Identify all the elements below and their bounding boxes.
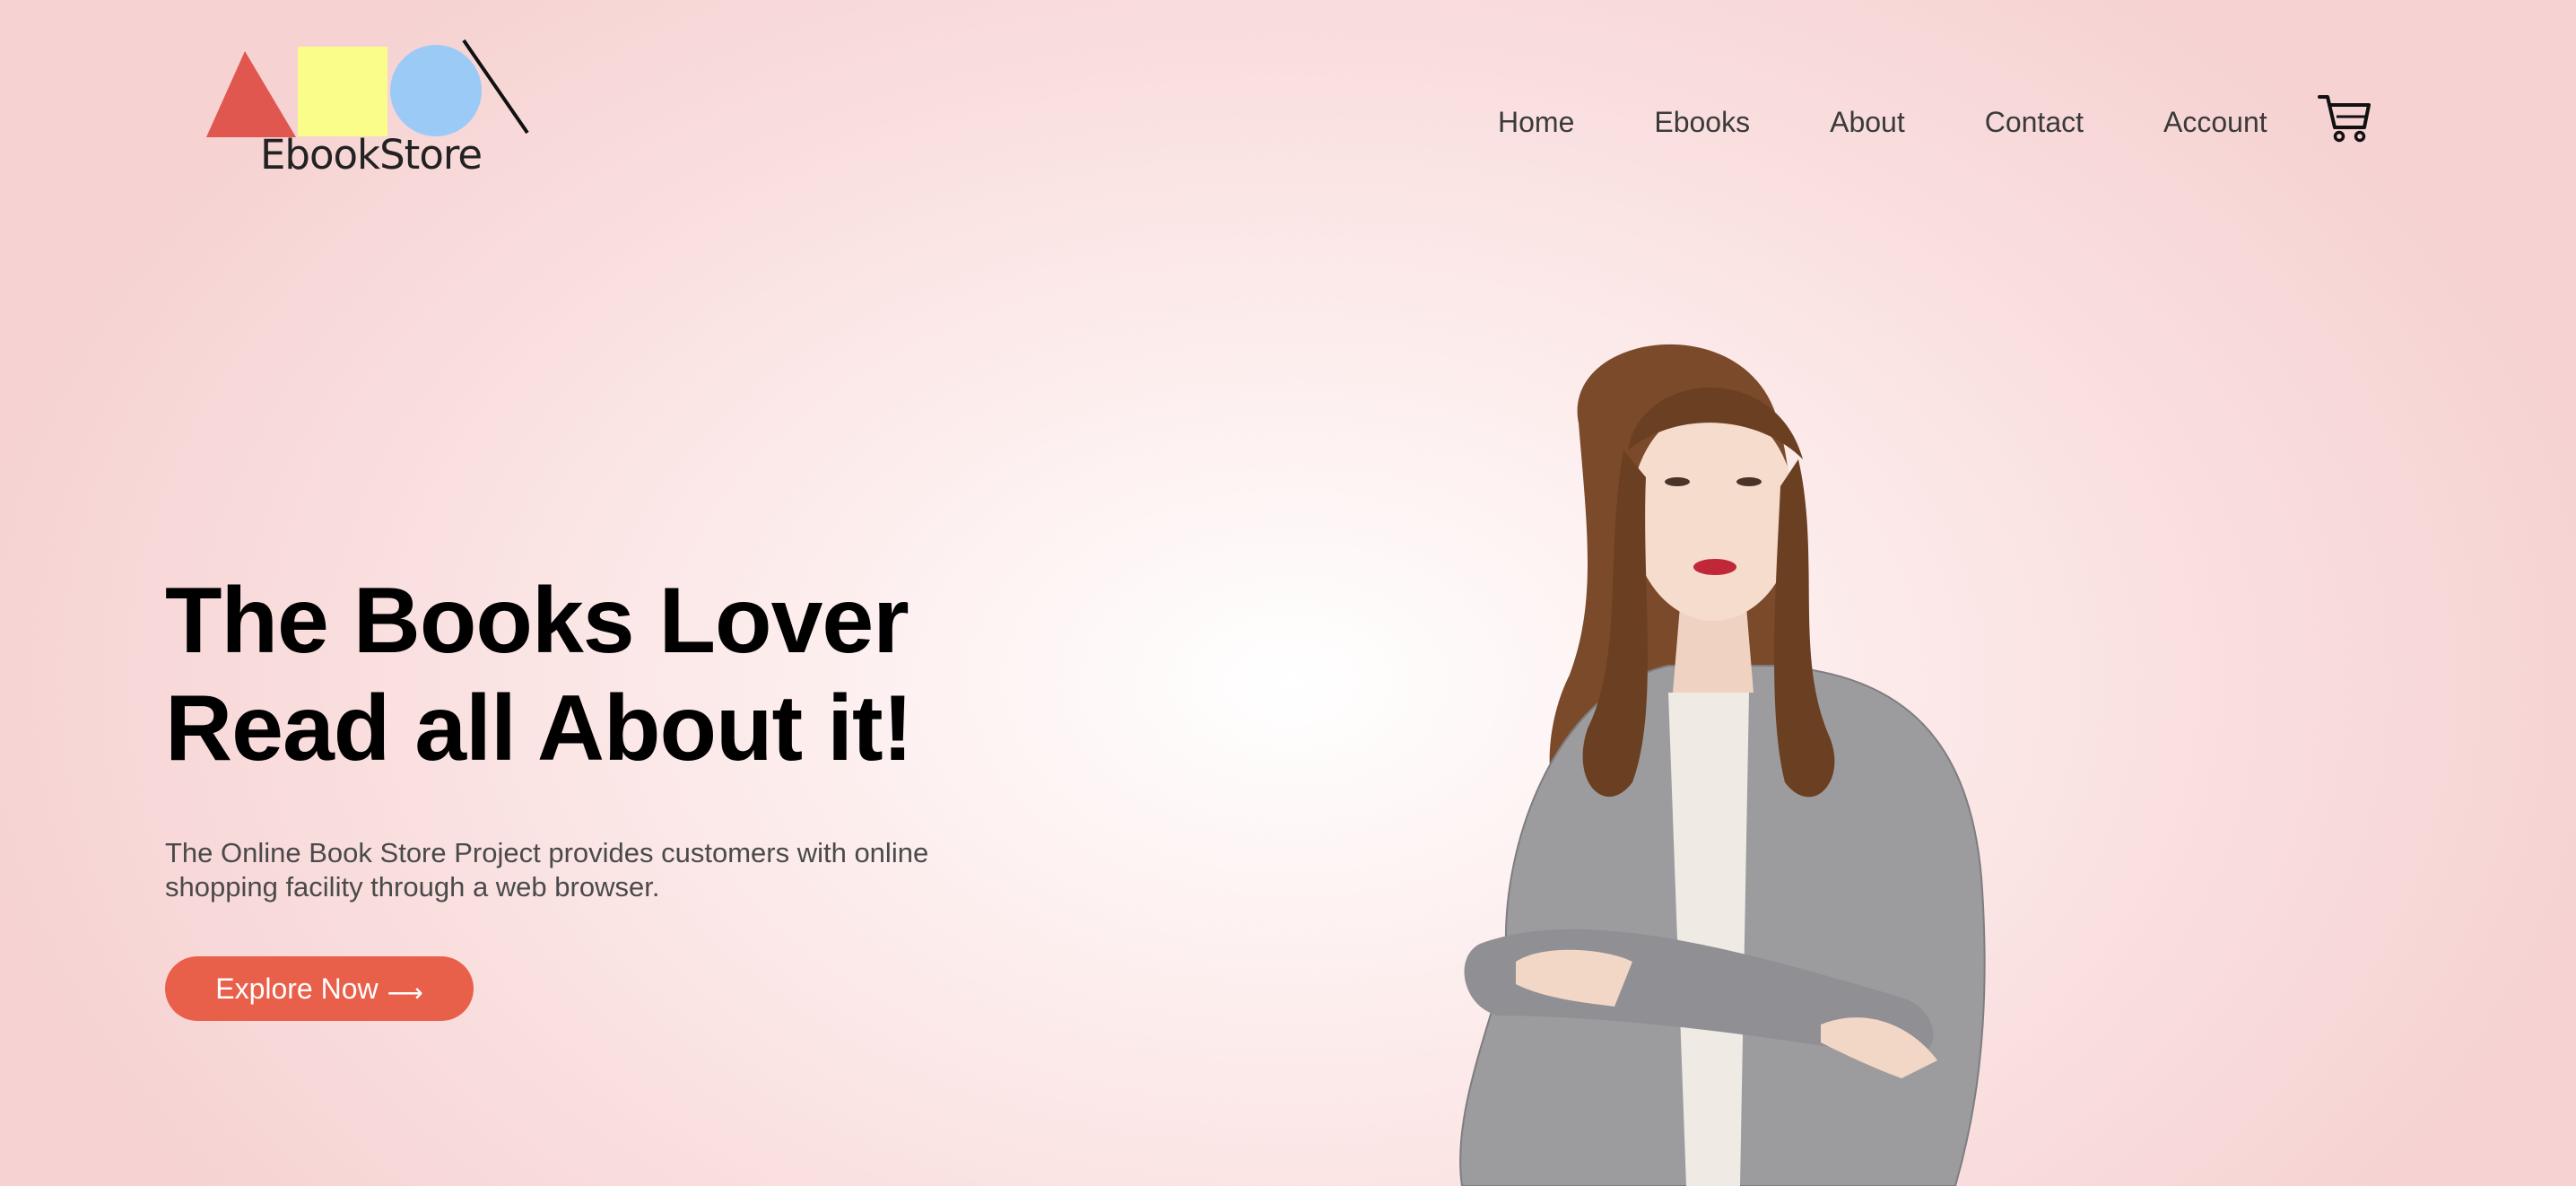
explore-now-button[interactable]: Explore Now ⟶	[165, 956, 474, 1021]
hero-portrait-image	[1399, 316, 1991, 1186]
hero-title-line2: Read all About it!	[165, 676, 913, 780]
hero-description: The Online Book Store Project provides c…	[165, 836, 990, 904]
shopping-cart-icon[interactable]	[2318, 93, 2371, 144]
hero-description-line2: shopping facility through a web browser.	[165, 871, 660, 903]
brand-name: EbookStore	[260, 131, 483, 179]
explore-now-label: Explore Now	[215, 972, 379, 1005]
main-nav: Home Ebooks About Contact Account	[1498, 106, 2267, 139]
hero-description-line1: The Online Book Store Project provides c…	[165, 837, 929, 868]
site-header: EbookStore Home Ebooks About Contact Acc…	[0, 0, 2576, 197]
nav-about-link[interactable]: About	[1830, 106, 1905, 139]
arrow-right-icon: ⟶	[387, 978, 423, 1007]
nav-home-link[interactable]: Home	[1498, 106, 1574, 139]
nav-account-link[interactable]: Account	[2163, 106, 2267, 139]
brand-logo[interactable]: EbookStore	[205, 36, 538, 188]
nav-ebooks-link[interactable]: Ebooks	[1654, 106, 1750, 139]
hero-title-line1: The Books Lover	[165, 569, 909, 673]
hero-title: The Books Lover Read all About it!	[165, 567, 1062, 782]
nav-contact-link[interactable]: Contact	[1985, 106, 2084, 139]
hero-section: The Books Lover Read all About it! The O…	[165, 567, 1062, 1021]
